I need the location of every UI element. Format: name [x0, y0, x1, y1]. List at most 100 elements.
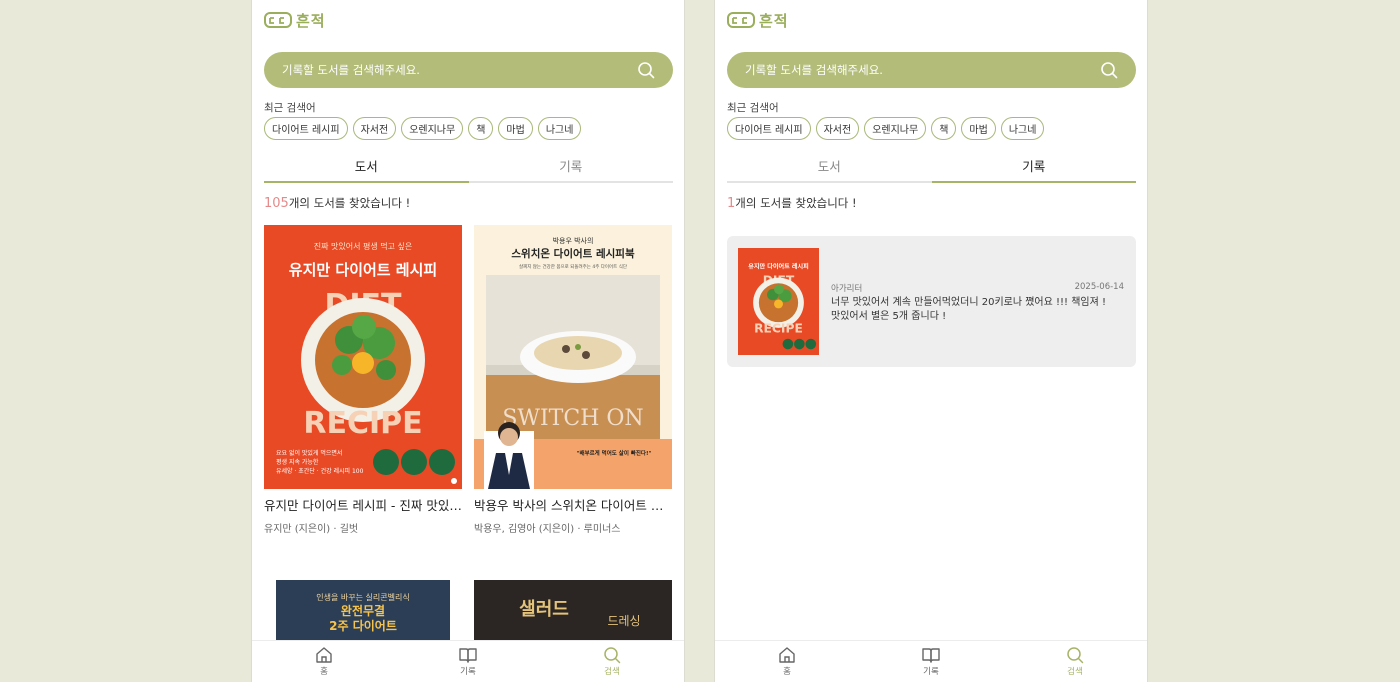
logo-icon — [264, 12, 292, 28]
book-icon — [459, 648, 477, 663]
result-suffix: 개의 도서를 찾았습니다 ! — [735, 196, 857, 210]
cover-sub: 살찌지 않는 건강한 몸으로 되돌려주는 4주 다이어트 식단 — [519, 263, 627, 270]
book-cover-image[interactable]: 진짜 맛있어서 평생 먹고 싶은 유지만 다이어트 레시피 DIET RECIP… — [264, 225, 462, 489]
recent-search-chip[interactable]: 자서전 — [815, 117, 860, 140]
result-count: 105 — [264, 196, 289, 211]
search-icon — [604, 647, 621, 664]
cover-quote: "배부르게 먹어도 살이 빠진다!" — [577, 449, 652, 457]
result-tabs: 도서 기록 — [264, 150, 673, 183]
nav-label: 검색 — [1067, 667, 1083, 677]
book-card[interactable]: 박용우 박사의 스위치온 다이어트 레시피북 살찌지 않는 건강한 몸으로 되돌… — [474, 225, 672, 535]
cover-text: 샐러드 — [519, 599, 569, 620]
cover-top-text: 진짜 맛있어서 평생 먹고 싶은 — [314, 241, 413, 251]
recent-search-label: 최근 검색어 — [727, 102, 779, 114]
book-cover-image[interactable]: 인생을 바꾸는 실리콘벨리식 완전무결 2주 다이어트 — [276, 580, 450, 640]
recent-search-chip[interactable]: 다이어트 레시피 — [727, 117, 811, 140]
book-title[interactable]: 박용우 박사의 스위치온 다이어트 레시피북 — [474, 495, 672, 514]
home-icon — [316, 647, 332, 663]
search-bar[interactable]: 기록할 도서를 검색해주세요. — [727, 52, 1136, 88]
cover-top-text: 박용우 박사의 — [553, 236, 594, 245]
nav-label: 홈 — [783, 667, 791, 677]
book-cover-art: 인생을 바꾸는 실리콘벨리식 완전무결 2주 다이어트 — [276, 580, 450, 640]
book-cover-art: 샐러드 드레싱 — [474, 580, 672, 640]
book-cover-art: 진짜 맛있어서 평생 먹고 싶은 유지만 다이어트 레시피 DIET RECIP… — [264, 225, 462, 489]
recent-search-chip[interactable]: 나그네 — [537, 117, 582, 140]
recent-search-label: 최근 검색어 — [264, 102, 316, 114]
home-icon — [779, 647, 795, 663]
nav-home[interactable]: 홈 — [715, 641, 859, 682]
nav-search[interactable]: 검색 — [1003, 641, 1147, 682]
search-bar[interactable]: 기록할 도서를 검색해주세요. — [264, 52, 673, 88]
recent-search-chip[interactable]: 오렌지나무 — [401, 117, 464, 140]
recent-search-chip[interactable]: 마법 — [498, 117, 533, 140]
search-input[interactable]: 기록할 도서를 검색해주세요. — [282, 62, 637, 78]
nav-home[interactable]: 홈 — [252, 641, 396, 682]
recent-search-chip[interactable]: 자서전 — [352, 117, 397, 140]
book-title[interactable]: 유지만 다이어트 레시피 - 진짜 맛있어서 평생 먹고 싶은 — [264, 495, 462, 514]
cover-text: 인생을 바꾸는 실리콘벨리식 — [316, 592, 409, 602]
recent-search-chip[interactable]: 책 — [468, 117, 494, 140]
book-meta: 유지만 (지은이) · 길벗 — [264, 524, 359, 535]
logo-icon — [727, 12, 755, 28]
record-text-line: 맛있어서 별은 5개 줍니다 ! — [831, 311, 947, 322]
nav-label: 홈 — [320, 667, 328, 677]
cover-bottom-text: 유세양 · 초간단 · 건강 레시피 100 — [276, 467, 364, 475]
recent-search-chip[interactable]: 책 — [931, 117, 957, 140]
tab-books[interactable]: 도서 — [727, 150, 932, 181]
record-text-line: 너무 맛있어서 계속 만들어먹었더니 20키로나 쪘어요 !!! 책임져 ! — [831, 297, 1106, 308]
cover-headline: 유지만 다이어트 레시피 — [748, 262, 809, 270]
record-author: 아가리터 — [831, 284, 863, 294]
cover-text: 2주 다이어트 — [329, 618, 397, 633]
record-card[interactable]: 유지만 다이어트 레시피 DIET RECIPE 아가리터 2025-06-14… — [727, 236, 1136, 367]
book-meta: 박용우, 김영아 (지은이) · 루미너스 — [474, 524, 621, 535]
cover-recipe-text: RECIPE — [303, 406, 422, 441]
cover-headline: 스위치온 다이어트 레시피북 — [511, 247, 635, 260]
search-screen-books-tab: 흔적 기록할 도서를 검색해주세요. 최근 검색어 다이어트 레시피 자서전 오… — [251, 0, 685, 682]
bottom-nav: 홈 기록 검색 — [715, 640, 1147, 682]
app-logo[interactable]: 흔적 — [727, 10, 789, 30]
record-date: 2025-06-14 — [1074, 282, 1124, 292]
recent-search-chip[interactable]: 다이어트 레시피 — [264, 117, 348, 140]
nav-label: 검색 — [604, 667, 620, 677]
result-summary: 105개의 도서를 찾았습니다 ! — [264, 195, 410, 211]
book-cover-art: 유지만 다이어트 레시피 DIET RECIPE — [738, 248, 819, 355]
tab-books[interactable]: 도서 — [264, 150, 469, 183]
app-logo[interactable]: 흔적 — [264, 10, 326, 30]
book-icon — [922, 648, 940, 663]
cover-text: 완전무결 — [341, 603, 385, 618]
logo-text: 흔적 — [759, 11, 789, 30]
result-suffix: 개의 도서를 찾았습니다 ! — [288, 196, 411, 210]
cover-text: 드레싱 — [607, 614, 640, 628]
search-input[interactable]: 기록할 도서를 검색해주세요. — [745, 62, 1100, 78]
cover-recipe-text: RECIPE — [754, 321, 803, 335]
tab-records[interactable]: 기록 — [931, 150, 1137, 183]
result-summary: 1개의 도서를 찾았습니다 ! — [727, 195, 857, 211]
tab-records[interactable]: 기록 — [469, 150, 674, 181]
search-screen-records-tab: 흔적 기록할 도서를 검색해주세요. 최근 검색어 다이어트 레시피 자서전 오… — [714, 0, 1148, 682]
book-cover-image[interactable]: 박용우 박사의 스위치온 다이어트 레시피북 살찌지 않는 건강한 몸으로 되돌… — [474, 225, 672, 489]
recent-search-chip[interactable]: 나그네 — [1000, 117, 1045, 140]
recent-search-chip[interactable]: 오렌지나무 — [864, 117, 927, 140]
search-icon[interactable] — [637, 61, 655, 79]
logo-text: 흔적 — [296, 11, 326, 30]
recent-search-chips: 다이어트 레시피 자서전 오렌지나무 책 마법 나그네 — [264, 117, 582, 140]
nav-records[interactable]: 기록 — [859, 641, 1003, 682]
record-book-cover[interactable]: 유지만 다이어트 레시피 DIET RECIPE — [738, 248, 819, 355]
cover-bottom-text: 평생 지속 가능한 — [276, 458, 319, 466]
nav-search[interactable]: 검색 — [540, 641, 684, 682]
cover-switch-on-text: SWITCH ON — [502, 406, 643, 431]
recent-search-chips: 다이어트 레시피 자서전 오렌지나무 책 마법 나그네 — [727, 117, 1045, 140]
nav-label: 기록 — [460, 667, 476, 677]
result-tabs: 도서 기록 — [727, 150, 1136, 183]
cover-bottom-text: 요요 없이 맛있게 먹으면서 — [276, 449, 342, 457]
search-icon — [1067, 647, 1084, 664]
nav-records[interactable]: 기록 — [396, 641, 540, 682]
record-text: 너무 맛있어서 계속 만들어먹었더니 20키로나 쪘어요 !!! 책임져 ! 맛… — [831, 296, 1121, 324]
book-cover-image[interactable]: 샐러드 드레싱 — [474, 580, 672, 640]
recent-search-chip[interactable]: 마법 — [961, 117, 996, 140]
book-cover-art: 박용우 박사의 스위치온 다이어트 레시피북 살찌지 않는 건강한 몸으로 되돌… — [474, 225, 672, 489]
bottom-nav: 홈 기록 검색 — [252, 640, 684, 682]
search-icon[interactable] — [1100, 61, 1118, 79]
book-card[interactable]: 진짜 맛있어서 평생 먹고 싶은 유지만 다이어트 레시피 DIET RECIP… — [264, 225, 462, 535]
cover-headline: 유지만 다이어트 레시피 — [289, 261, 437, 279]
